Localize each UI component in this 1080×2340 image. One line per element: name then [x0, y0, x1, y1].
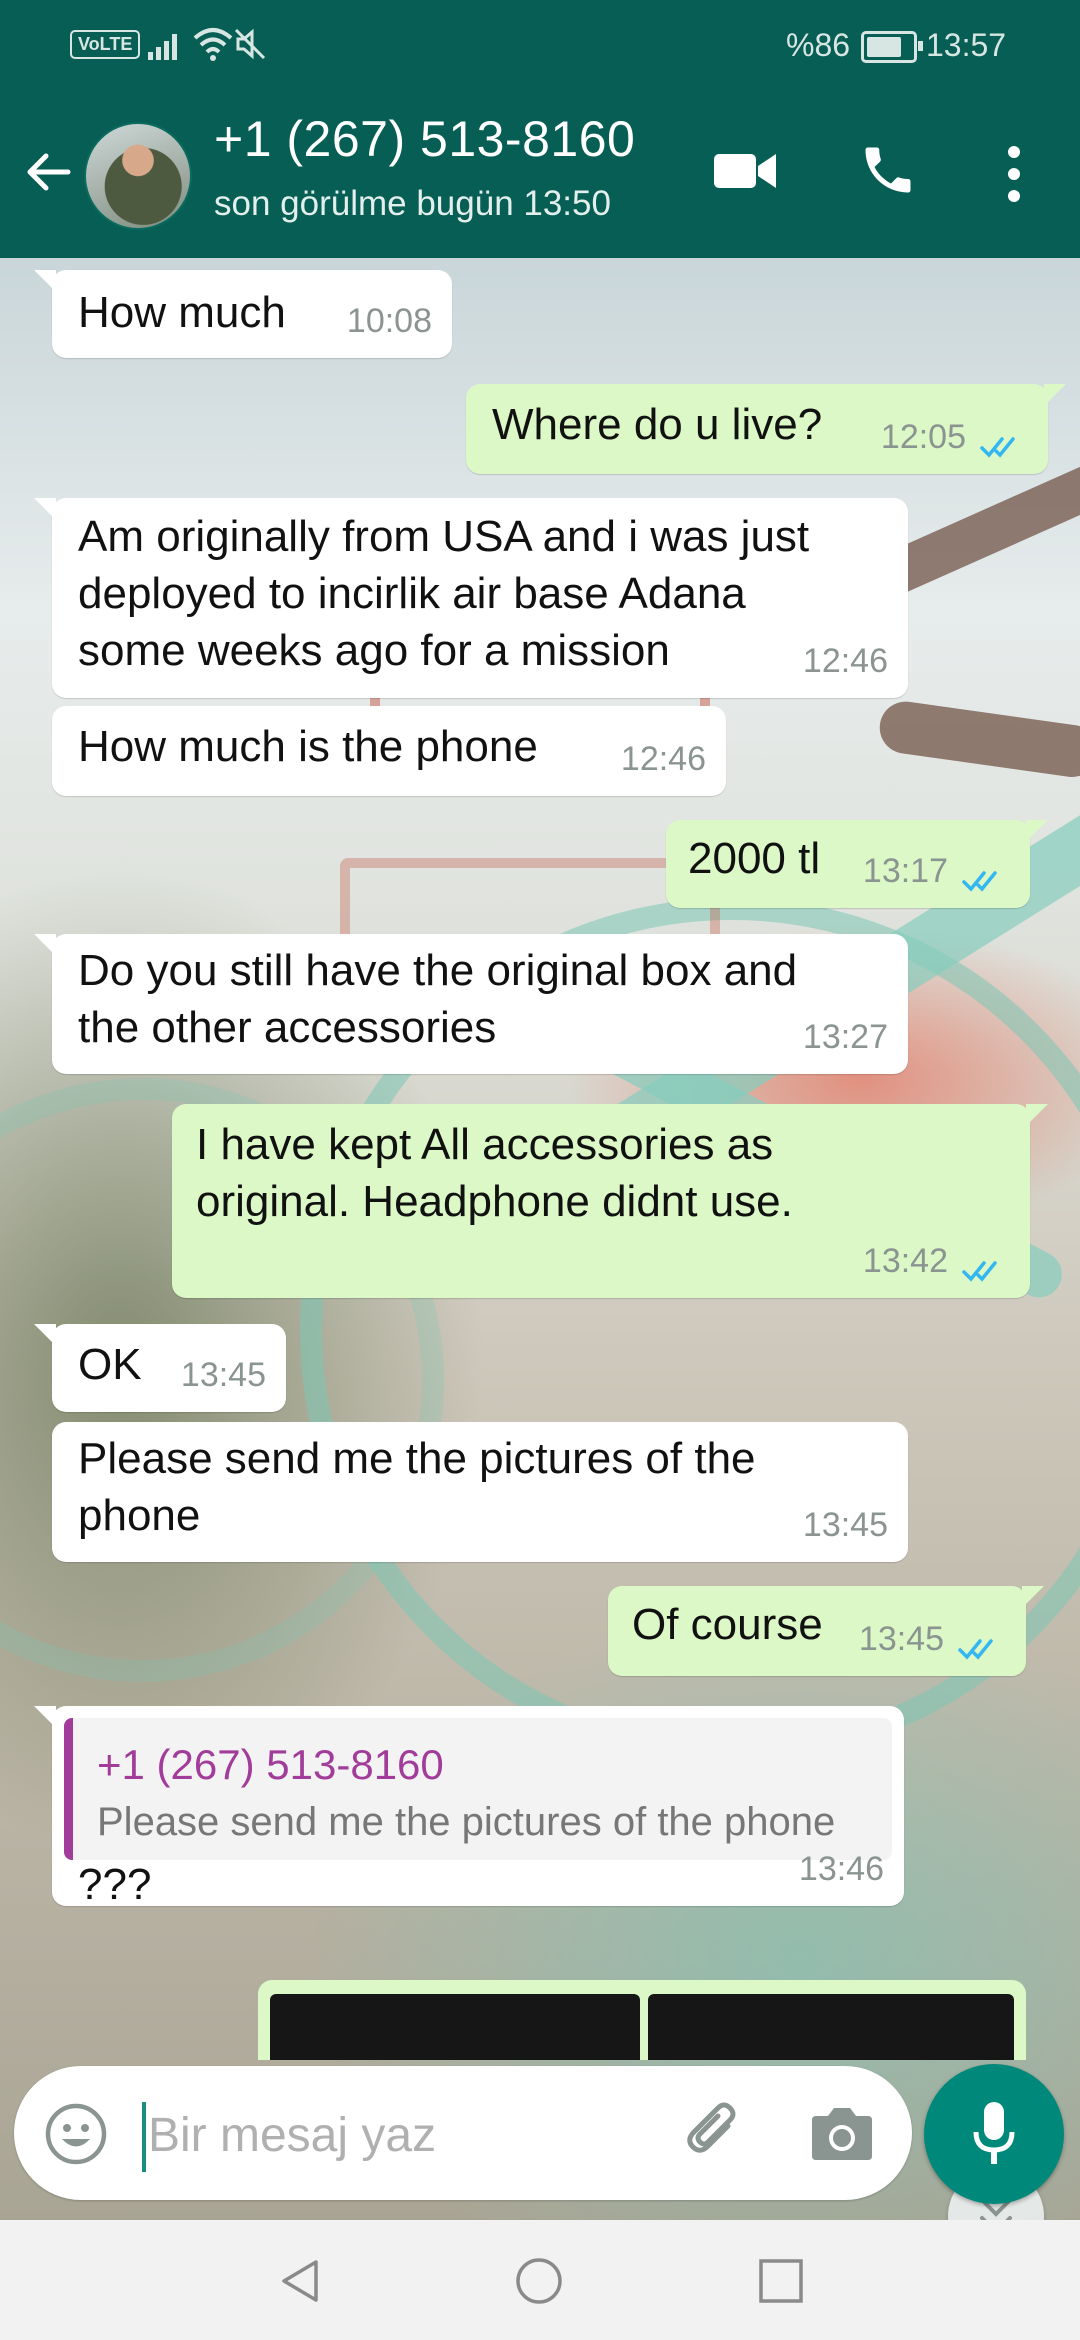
video-call-icon[interactable]	[712, 148, 778, 194]
nav-back-icon[interactable]	[276, 2256, 326, 2306]
microphone-icon	[973, 2102, 1015, 2164]
photo-thumbnail[interactable]	[270, 1994, 640, 2060]
message-outgoing[interactable]: Where do u live? 12:05	[466, 384, 1066, 474]
message-incoming[interactable]: Am originally from USA and i was just de…	[34, 498, 908, 698]
message-composer	[14, 2066, 912, 2200]
message-text: How much is the phone	[78, 722, 538, 771]
message-time: 12:46	[802, 642, 888, 680]
message-text: 2000 tl	[688, 834, 821, 883]
message-time: 12:05	[880, 418, 966, 456]
voice-message-button[interactable]	[924, 2064, 1064, 2204]
message-text: How much	[78, 288, 286, 337]
last-seen-status: son görülme bugün 13:50	[214, 184, 611, 223]
battery-icon	[861, 31, 923, 63]
volte-indicator: VoLTE	[70, 30, 141, 59]
image-message-partial[interactable]	[258, 1980, 1026, 2060]
signal-icon	[148, 34, 177, 60]
battery-percent: %86	[786, 27, 851, 63]
message-text: Am originally from USA and i was just de…	[78, 512, 810, 675]
attachment-icon[interactable]	[678, 2096, 750, 2168]
more-options-icon[interactable]	[1000, 142, 1028, 206]
status-clock: 13:57	[926, 27, 1007, 63]
phone-call-icon[interactable]	[858, 140, 918, 200]
camera-icon[interactable]	[810, 2102, 874, 2162]
message-outgoing[interactable]: I have kept All accessories as original.…	[172, 1104, 1048, 1298]
read-receipt-icon	[980, 437, 1015, 458]
message-time: 10:08	[346, 302, 432, 340]
message-text: ???	[78, 1860, 152, 1909]
message-incoming[interactable]: How much is the phone 12:46	[52, 706, 726, 796]
mute-icon	[234, 28, 266, 60]
nav-home-icon[interactable]	[514, 2256, 564, 2306]
message-incoming[interactable]: How much 10:08	[34, 270, 452, 358]
quoted-text: Please send me the pictures of the phone	[97, 1800, 836, 1844]
photo-thumbnail[interactable]	[648, 1994, 1014, 2060]
message-input[interactable]	[146, 2094, 650, 2176]
message-time: 13:45	[802, 1506, 888, 1544]
read-receipt-icon	[958, 1639, 993, 1660]
wifi-icon	[193, 28, 233, 61]
quoted-message[interactable]: +1 (267) 513-8160 Please send me the pic…	[64, 1718, 892, 1860]
read-receipt-icon	[962, 871, 997, 892]
contact-avatar[interactable]	[84, 122, 192, 230]
message-text: Where do u live?	[492, 400, 823, 449]
message-list[interactable]: How much 10:08 Where do u live? 12:05 Am…	[0, 258, 1080, 2264]
message-time: 13:45	[858, 1620, 944, 1658]
nav-recents-icon[interactable]	[756, 2256, 806, 2306]
message-text: I have kept All accessories as original.…	[196, 1120, 793, 1226]
message-outgoing[interactable]: Of course 13:45	[608, 1586, 1044, 1676]
message-time: 13:17	[862, 852, 948, 890]
message-text: Of course	[632, 1600, 823, 1649]
message-text: Do you still have the original box and t…	[78, 946, 798, 1052]
message-time: 13:27	[802, 1018, 888, 1056]
chat-header: +1 (267) 513-8160 son görülme bugün 13:5…	[0, 90, 1080, 258]
read-receipt-icon	[962, 1261, 997, 1282]
message-text: OK	[78, 1340, 142, 1389]
message-outgoing[interactable]: 2000 tl 13:17	[666, 820, 1048, 908]
system-navigation-bar	[0, 2220, 1080, 2340]
back-arrow-icon[interactable]	[20, 144, 76, 200]
message-time: 13:46	[798, 1850, 884, 1888]
message-incoming-reply[interactable]: +1 (267) 513-8160 Please send me the pic…	[34, 1706, 904, 1909]
quoted-sender: +1 (267) 513-8160	[97, 1741, 444, 1788]
message-time: 12:46	[620, 740, 706, 778]
message-incoming[interactable]: Do you still have the original box and t…	[34, 934, 908, 1074]
contact-name[interactable]: +1 (267) 513-8160	[214, 110, 635, 168]
message-incoming[interactable]: Please send me the pictures of the phone…	[52, 1422, 908, 1562]
status-bar: VoLTE %86 13:57	[0, 0, 1080, 90]
message-incoming[interactable]: OK 13:45	[34, 1324, 286, 1412]
message-time: 13:45	[180, 1356, 266, 1394]
emoji-icon[interactable]	[44, 2102, 108, 2166]
message-time: 13:42	[862, 1242, 948, 1280]
message-text: Please send me the pictures of the phone	[78, 1434, 756, 1540]
